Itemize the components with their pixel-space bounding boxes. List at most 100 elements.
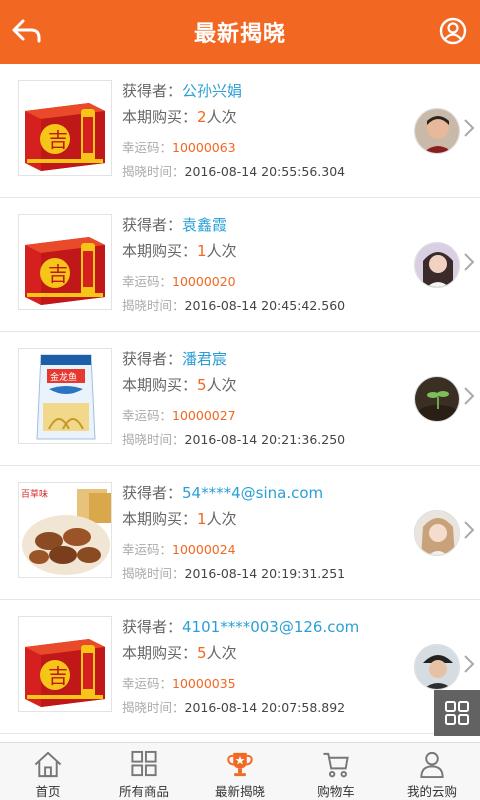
girl-portrait-avatar (415, 511, 459, 555)
svg-text:金龙鱼: 金龙鱼 (50, 371, 77, 383)
lucky-code: 10000027 (172, 408, 236, 423)
results-list: 吉 获得者：公孙兴娟 本期购买：2人次 幸运码：10000063 揭晓时间：20… (0, 64, 480, 744)
item-info: 获得者：公孙兴娟 本期购买：2人次 幸运码：10000063 揭晓时间：2016… (122, 78, 392, 184)
nav-label: 首页 (35, 784, 61, 799)
avatar[interactable] (414, 242, 460, 288)
purchase-label: 本期购买： (122, 242, 198, 260)
woman-portrait-avatar (415, 243, 459, 287)
svg-text:百草味: 百草味 (21, 488, 48, 500)
winner-label: 获得者： (122, 618, 183, 636)
winner-name[interactable]: 公孙兴娟 (182, 82, 242, 100)
lucky-code: 10000063 (172, 140, 236, 155)
user-circle-icon (439, 17, 467, 45)
purchase-unit: 人次 (206, 510, 237, 528)
item-info: 获得者：袁鑫霞 本期购买：1人次 幸运码：10000020 揭晓时间：2016-… (122, 212, 392, 318)
announce-time: 2016-08-14 20:19:31.251 (184, 566, 346, 581)
avatar[interactable] (414, 108, 460, 154)
item-info: 获得者：54****4@sina.com 本期购买：1人次 幸运码：100000… (122, 480, 392, 586)
nav-latest-results[interactable]: 最新揭晓 (192, 743, 288, 800)
winner-label: 获得者： (122, 216, 183, 234)
purchase-unit: 人次 (206, 242, 237, 260)
wanglaoji-box-image: 吉 (19, 81, 111, 175)
avatar[interactable] (414, 644, 460, 690)
person-icon (420, 751, 444, 779)
chevron-right-icon (464, 253, 475, 271)
man-portrait-avatar (415, 109, 459, 153)
lucky-code: 10000035 (172, 676, 236, 691)
sprout-avatar (415, 377, 459, 421)
svg-text:吉: 吉 (48, 664, 68, 688)
item-info: 获得者：4101****003@126.com 本期购买：5人次 幸运码：100… (122, 614, 392, 720)
time-label: 揭晓时间： (122, 432, 185, 447)
announce-time: 2016-08-14 20:55:56.304 (184, 164, 346, 179)
purchase-unit: 人次 (206, 644, 237, 662)
purchase-count: 5 (197, 644, 207, 662)
pecan-nuts-image: 百草味 (19, 483, 111, 577)
wanglaoji-box-image: 吉 (19, 617, 111, 711)
chevron-right-icon (464, 521, 475, 539)
time-label: 揭晓时间： (122, 298, 185, 313)
grid-icon (131, 750, 157, 777)
list-item[interactable]: 金龙鱼 获得者：潘君宸 本期购买：5人次 幸运码：10000027 揭晓时间：2… (0, 332, 480, 466)
list-item[interactable]: 吉 获得者：袁鑫霞 本期购买：1人次 幸运码：10000020 揭晓时间：201… (0, 198, 480, 332)
purchase-count: 5 (197, 376, 207, 394)
list-item[interactable]: 百草味 获得者：54****4@sina.com 本期购买：1人次 幸运码：10… (0, 466, 480, 600)
trophy-icon (227, 752, 253, 777)
purchase-label: 本期购买： (122, 510, 198, 528)
purchase-label: 本期购买： (122, 644, 198, 662)
back-button[interactable] (10, 14, 44, 48)
nav-cart[interactable]: 购物车 (288, 743, 384, 800)
purchase-unit: 人次 (206, 108, 237, 126)
grid-icon (445, 701, 469, 725)
winner-label: 获得者： (122, 484, 183, 502)
purchase-unit: 人次 (206, 376, 237, 394)
svg-text:吉: 吉 (48, 262, 68, 286)
purchase-label: 本期购买： (122, 108, 198, 126)
app-page: 最新揭晓 吉 获得者：公孙兴娟 本期购买：2人次 幸运码：10000063 揭晓… (0, 0, 480, 800)
home-icon (34, 751, 62, 778)
product-image: 百草味 (18, 482, 112, 578)
product-image: 金龙鱼 (18, 348, 112, 444)
list-item[interactable]: 吉 获得者：公孙兴娟 本期购买：2人次 幸运码：10000063 揭晓时间：20… (0, 64, 480, 198)
nav-label: 最新揭晓 (214, 784, 265, 799)
chevron-right-icon (464, 119, 475, 137)
user-center-button[interactable] (436, 14, 470, 48)
man-cap-portrait-avatar (415, 645, 459, 689)
winner-name[interactable]: 潘君宸 (182, 350, 227, 368)
nav-all-products[interactable]: 所有商品 (96, 743, 192, 800)
announce-time: 2016-08-14 20:07:58.892 (184, 700, 346, 715)
nav-label: 所有商品 (118, 784, 169, 799)
chevron-right-icon (464, 387, 475, 405)
bottom-nav: 首页 所有商品 最新揭晓 购物车 我的云购 (0, 742, 480, 800)
announce-time: 2016-08-14 20:45:42.560 (184, 298, 346, 313)
wanglaoji-box-image: 吉 (19, 215, 111, 309)
purchase-label: 本期购买： (122, 376, 198, 394)
lucky-code: 10000024 (172, 542, 236, 557)
back-arrow-icon (12, 19, 41, 43)
winner-label: 获得者： (122, 350, 183, 368)
winner-label: 获得者： (122, 82, 183, 100)
purchase-count: 2 (197, 108, 207, 126)
time-label: 揭晓时间： (122, 700, 185, 715)
lucky-code: 10000020 (172, 274, 236, 289)
lucky-label: 幸运码： (122, 542, 173, 557)
nav-home[interactable]: 首页 (0, 743, 96, 800)
floating-menu-button[interactable] (434, 690, 480, 736)
nav-label: 购物车 (317, 784, 355, 799)
nav-label: 我的云购 (406, 784, 457, 799)
nav-my-account[interactable]: 我的云购 (384, 743, 480, 800)
winner-name[interactable]: 4101****003@126.com (182, 618, 359, 636)
purchase-count: 1 (197, 242, 207, 260)
lucky-label: 幸运码： (122, 676, 173, 691)
winner-name[interactable]: 54****4@sina.com (182, 484, 323, 502)
page-title: 最新揭晓 (193, 22, 286, 47)
lucky-label: 幸运码： (122, 140, 173, 155)
avatar[interactable] (414, 376, 460, 422)
winner-name[interactable]: 袁鑫霞 (182, 216, 227, 234)
avatar[interactable] (414, 510, 460, 556)
announce-time: 2016-08-14 20:21:36.250 (184, 432, 346, 447)
list-item[interactable]: 吉 获得者：4101****003@126.com 本期购买：5人次 幸运码：1… (0, 600, 480, 734)
time-label: 揭晓时间： (122, 566, 185, 581)
time-label: 揭晓时间： (122, 164, 185, 179)
purchase-count: 1 (197, 510, 207, 528)
